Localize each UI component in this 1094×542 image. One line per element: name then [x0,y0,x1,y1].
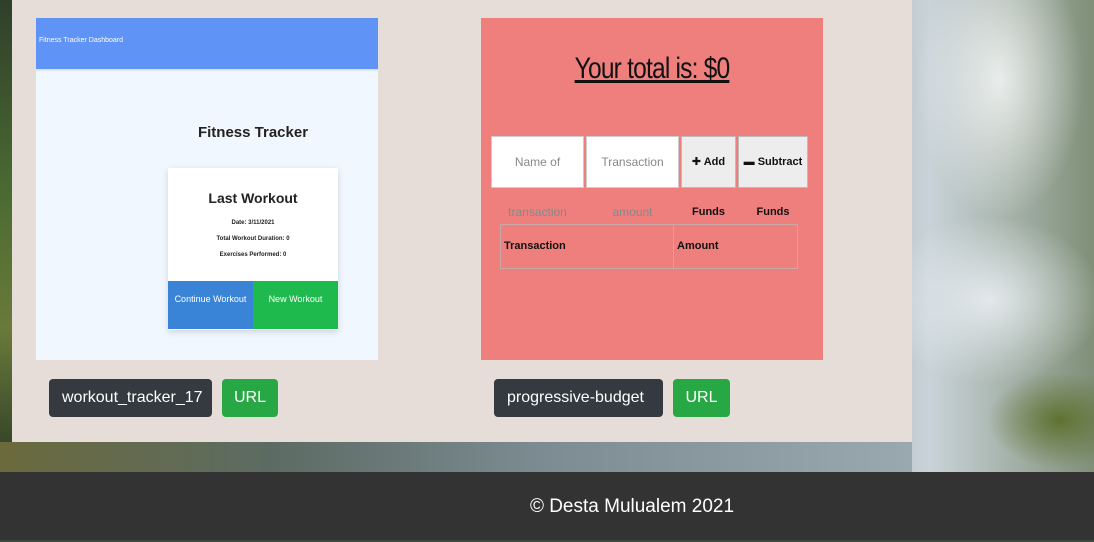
background-strip [0,442,912,472]
footer-copyright: © Desta Mulualem 2021 [529,496,735,517]
workout-duration: Total Workout Duration: 0 [216,236,290,242]
project-url-button[interactable]: URL [673,379,730,417]
transaction-column-header: Transaction [501,225,674,268]
project-name-badge[interactable]: workout_tracker_17 [49,379,212,417]
project-screenshot-workout-tracker: Fitness Tracker Dashboard Fitness Tracke… [36,18,378,360]
new-workout-button: New Workout [253,281,338,329]
subtract-funds-button: ▬ Subtract Funds [738,136,808,218]
fitness-title: Fitness Tracker [197,124,309,141]
transactions-table: Transaction Amount [500,224,798,269]
budget-total: Your total is: $0 [574,52,731,85]
projects-panel: Fitness Tracker Dashboard Fitness Tracke… [12,0,912,442]
background-edge [0,0,12,472]
project-name-badge[interactable]: progressive-budget [494,379,663,417]
project-url-button[interactable]: URL [222,379,278,417]
exercises-performed: Exercises Performed: 0 [219,252,287,258]
project-screenshot-progressive-budget: Your total is: $0 Name of transaction Tr… [481,18,823,360]
transaction-name-field: Name of transaction [491,136,584,219]
continue-workout-button: Continue Workout [168,281,253,329]
fitness-header: Fitness Tracker Dashboard [36,18,378,69]
last-workout-card: Last Workout Date: 3/11/2021 Total Worko… [168,168,338,330]
transaction-amount-field: Transaction amount [586,136,679,219]
page-footer: © Desta Mulualem 2021 [0,472,1094,540]
add-funds-button: ✚ Add Funds [681,136,736,218]
last-workout-title: Last Workout [208,190,298,206]
amount-column-header: Amount [677,240,719,252]
workout-date: Date: 3/11/2021 [231,220,275,226]
